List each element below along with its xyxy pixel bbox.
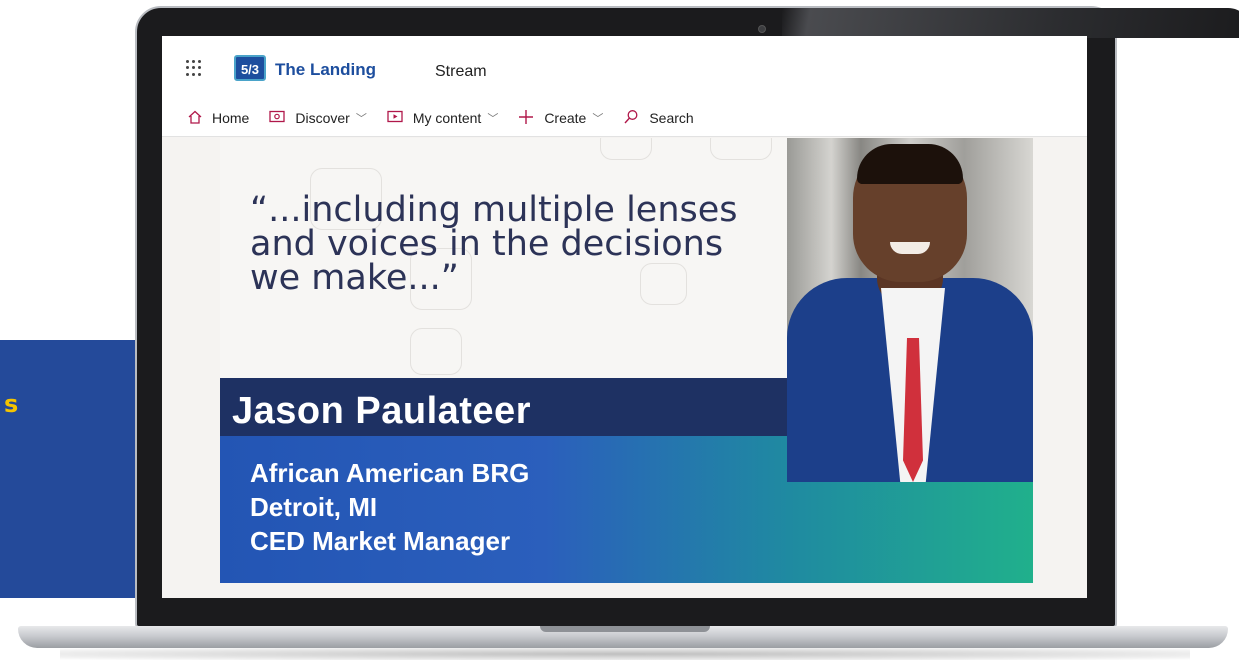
laptop-notch (540, 626, 710, 632)
chevron-down-icon: ﹀ (355, 113, 367, 125)
decorative-shape (710, 138, 772, 160)
speaker-location: Detroit, MI (250, 492, 378, 522)
chevron-down-icon: ﹀ (487, 113, 499, 125)
laptop-shadow (60, 648, 1190, 660)
video-quote: “...including multiple lenses and voices… (250, 190, 738, 298)
video-player[interactable]: “...including multiple lenses and voices… (220, 138, 1033, 583)
chevron-down-icon: ﹀ (592, 113, 604, 125)
speaker-group: African American BRG (250, 458, 530, 488)
discover-icon (269, 110, 286, 127)
decorative-shape (410, 328, 462, 375)
lid-reflection (782, 8, 1239, 38)
portrait-smile (890, 242, 930, 254)
app-launcher-icon[interactable] (186, 60, 202, 76)
nav-my-content-label: My content (412, 110, 482, 126)
nav-my-content[interactable]: My content ﹀ (387, 110, 498, 127)
search-icon (623, 109, 639, 128)
laptop-screen: 5/3 The Landing Stream Home Discover ﹀ M… (162, 36, 1087, 598)
video-icon (387, 110, 403, 127)
nav-search[interactable]: Search (623, 109, 694, 128)
top-nav: Home Discover ﹀ My content ﹀ Create ﹀ Se… (188, 108, 714, 128)
nav-home-label: Home (212, 110, 250, 126)
speaker-role: CED Market Manager (250, 526, 511, 556)
nav-discover-label: Discover (295, 110, 350, 126)
speaker-portrait (787, 138, 1033, 482)
webcam (758, 25, 766, 33)
portrait-hair (857, 144, 963, 184)
nav-create-label: Create (544, 110, 587, 126)
nav-create[interactable]: Create ﹀ (518, 109, 603, 128)
background-blue-panel: s (0, 340, 150, 598)
nav-home[interactable]: Home (188, 110, 249, 127)
nav-search-label: Search (649, 110, 694, 126)
app-name[interactable]: Stream (435, 63, 487, 81)
fifth-third-logo[interactable]: 5/3 (234, 55, 266, 81)
home-icon (188, 110, 202, 127)
background-panel-text: s (4, 390, 19, 418)
app-header: 5/3 The Landing Stream Home Discover ﹀ M… (162, 36, 1087, 137)
site-title[interactable]: The Landing (275, 60, 376, 80)
plus-icon (518, 109, 534, 128)
decorative-shape (600, 138, 652, 160)
speaker-name: Jason Paulateer (232, 390, 531, 432)
nav-discover[interactable]: Discover ﹀ (269, 110, 367, 127)
